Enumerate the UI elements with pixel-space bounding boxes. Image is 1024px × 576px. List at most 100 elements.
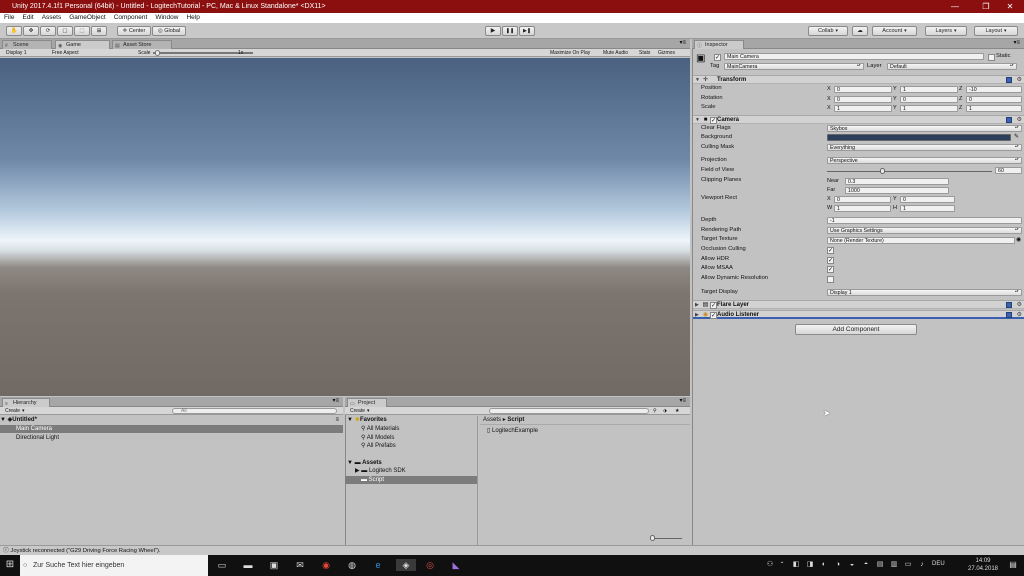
menu-help[interactable]: Help	[182, 13, 203, 23]
volume-icon[interactable]: ♪	[916, 559, 928, 571]
filter-by-type-icon[interactable]: ⚲	[653, 407, 657, 415]
gear-icon[interactable]: ⚙	[1017, 311, 1022, 320]
reference-book-icon[interactable]	[1006, 312, 1012, 318]
gear-icon[interactable]: ⚙	[1017, 76, 1022, 85]
add-component-button[interactable]: Add Component	[795, 324, 917, 335]
steam-icon[interactable]: ◍	[346, 559, 358, 571]
active-checkbox[interactable]: ✓	[714, 54, 721, 61]
icon-size-slider-track[interactable]	[652, 538, 682, 539]
gizmos-toggle[interactable]: Gizmos	[658, 49, 675, 57]
menu-component[interactable]: Component	[110, 13, 152, 23]
collapse-arrow-icon[interactable]: ▶	[695, 311, 699, 320]
maximize-on-play-toggle[interactable]: Maximize On Play	[550, 49, 590, 57]
taskbar-clock[interactable]: 14:09 27.04.2018	[963, 557, 1003, 573]
target-display-dropdown[interactable]: Display 1	[827, 289, 1022, 296]
tray-app-2-icon[interactable]: ◨	[804, 559, 816, 571]
menu-edit[interactable]: Edit	[18, 13, 37, 23]
rotate-tool-button[interactable]: ⟳	[40, 26, 56, 36]
scale-slider-thumb[interactable]	[155, 50, 160, 56]
expand-arrow-icon[interactable]: ▶	[355, 468, 360, 474]
cloud-icon[interactable]: ☁	[852, 26, 868, 36]
rotation-x-field[interactable]: 0	[834, 96, 892, 103]
display-dropdown[interactable]: Display 1	[6, 49, 27, 57]
far-field[interactable]: 1000	[845, 187, 949, 194]
language-indicator[interactable]: DEU	[932, 561, 945, 567]
mail-icon[interactable]: ✉	[294, 559, 306, 571]
object-picker-icon[interactable]: ◉	[1016, 236, 1021, 243]
hierarchy-search-input[interactable]: All	[172, 408, 337, 414]
culling-mask-dropdown[interactable]: Everything	[827, 144, 1022, 151]
panel-menu-icon[interactable]: ▾≡	[679, 39, 686, 46]
task-view-icon[interactable]: ▭	[216, 559, 228, 571]
hierarchy-menu-icon[interactable]: ▾≡	[332, 397, 339, 404]
scale-z-field[interactable]: 1	[966, 105, 1022, 112]
menu-assets[interactable]: Assets	[38, 13, 66, 23]
step-button[interactable]: ▶❚	[519, 26, 535, 36]
static-checkbox[interactable]	[988, 54, 995, 61]
tray-app-7-icon[interactable]: ▤	[874, 559, 886, 571]
folder-logitech-sdk[interactable]: ▶ ▬ Logitech SDK	[355, 467, 406, 475]
file-explorer-icon[interactable]: ▬	[242, 559, 254, 571]
chrome-icon[interactable]: ◉	[320, 559, 332, 571]
tab-game[interactable]: ◉ Game	[55, 40, 110, 49]
tray-app-4-icon[interactable]: ◑	[832, 559, 844, 571]
menu-gameobject[interactable]: GameObject	[65, 13, 110, 23]
tab-asset-store[interactable]: ▤ Asset Store	[112, 40, 172, 49]
assets-row[interactable]: ▼ ▬ Assets	[347, 459, 382, 467]
occlusion-culling-checkbox[interactable]: ✓	[827, 247, 834, 254]
play-button[interactable]: ▶	[485, 26, 501, 36]
pivot-center-button[interactable]: ✛ Center	[117, 26, 151, 36]
viewport-x-field[interactable]: 0	[834, 196, 891, 203]
transform-tool-button[interactable]: ⊞	[91, 26, 107, 36]
favorites-row[interactable]: ▼ ★Favorites	[347, 416, 387, 424]
notification-icon[interactable]: ▤	[1007, 559, 1019, 571]
viewport-w-field[interactable]: 1	[834, 205, 891, 212]
tray-app-6-icon[interactable]: ◓	[860, 559, 872, 571]
hand-tool-button[interactable]: ✋	[6, 26, 22, 36]
flare-layer-checkbox[interactable]: ✓	[710, 302, 717, 309]
tray-app-5-icon[interactable]: ◒	[846, 559, 858, 571]
audio-listener-checkbox[interactable]: ✓	[710, 312, 717, 319]
minimize-button[interactable]: —	[941, 0, 969, 13]
fov-slider-thumb[interactable]	[880, 168, 885, 174]
status-message[interactable]: Joystick reconnected ("G29 Driving Force…	[10, 548, 160, 554]
rendering-path-dropdown[interactable]: Use Graphics Settings	[827, 227, 1022, 234]
people-icon[interactable]: ⚇	[764, 559, 776, 571]
project-search-input[interactable]	[489, 408, 649, 414]
eyedropper-icon[interactable]: ✎	[1014, 133, 1019, 140]
expand-arrow-icon[interactable]: ▼	[347, 417, 353, 423]
position-y-field[interactable]: 1	[900, 86, 958, 93]
allow-hdr-checkbox[interactable]: ✓	[827, 257, 834, 264]
tray-app-1-icon[interactable]: ◧	[790, 559, 802, 571]
scale-tool-button[interactable]: ▢	[57, 26, 73, 36]
expand-arrow-icon[interactable]: ▼	[347, 460, 353, 466]
depth-field[interactable]: -1	[827, 217, 1022, 224]
inspector-menu-icon[interactable]: ▾≡	[1013, 39, 1020, 46]
taskbar-search-input[interactable]: ○ Zur Suche Text hier eingeben	[20, 555, 208, 576]
breadcrumb-assets[interactable]: Assets	[483, 417, 501, 423]
target-texture-field[interactable]: None (Render Texture)	[827, 237, 1015, 244]
collab-dropdown[interactable]: Collab	[808, 26, 848, 36]
folder-script[interactable]: ▬ Script	[345, 476, 477, 484]
pause-button[interactable]: ❚❚	[502, 26, 518, 36]
unity-icon[interactable]: ◈	[396, 559, 416, 571]
gear-icon[interactable]: ⚙	[1017, 301, 1022, 310]
rotation-z-field[interactable]: 0	[966, 96, 1022, 103]
collapse-arrow-icon[interactable]: ▼	[695, 76, 700, 85]
expand-arrow-icon[interactable]: ▼	[0, 417, 6, 423]
tab-project[interactable]: ▭ Project	[347, 398, 387, 407]
tab-scene[interactable]: # Scene	[2, 40, 52, 49]
clear-flags-dropdown[interactable]: Skybox	[827, 125, 1022, 132]
favorite-star-icon[interactable]: ★	[675, 407, 679, 415]
mute-audio-toggle[interactable]: Mute Audio	[603, 49, 628, 57]
visual-studio-icon[interactable]: ◣	[450, 559, 462, 571]
viewport-h-field[interactable]: 1	[900, 205, 955, 212]
projection-dropdown[interactable]: Perspective	[827, 157, 1022, 164]
tag-dropdown[interactable]: MainCamera	[724, 63, 864, 70]
camera-enabled-checkbox[interactable]: ✓	[710, 117, 717, 124]
hierarchy-create-dropdown[interactable]: Create	[5, 407, 25, 415]
close-button[interactable]: ✕	[996, 0, 1024, 13]
tab-hierarchy[interactable]: ≡ Hierarchy	[2, 398, 50, 407]
audio-listener-component-header[interactable]: ▶ ◉ ✓ Audio Listener ⚙	[693, 310, 1024, 319]
scale-y-field[interactable]: 1	[900, 105, 958, 112]
